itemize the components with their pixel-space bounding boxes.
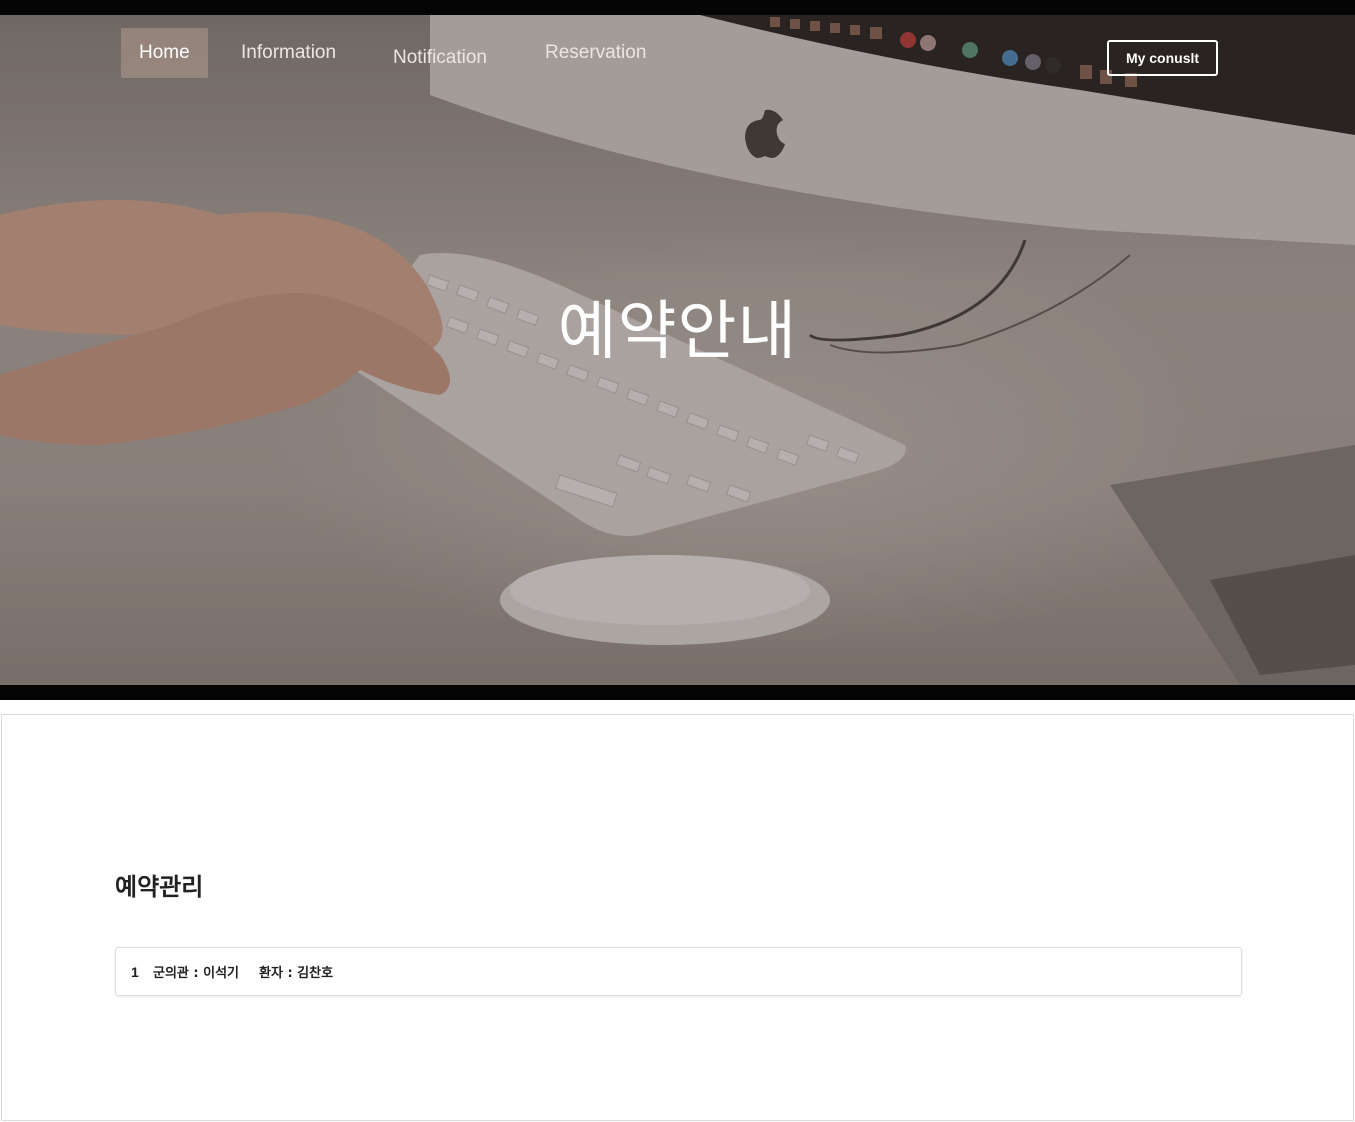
reservation-list: 1 군의관 : 이석기 환자 : 김찬호	[115, 947, 1242, 996]
my-consult-button[interactable]: My conuslt	[1107, 40, 1218, 76]
nav-reservation[interactable]: Reservation	[545, 28, 646, 78]
reservation-number: 1	[131, 963, 139, 980]
reservation-row[interactable]: 1 군의관 : 이석기 환자 : 김찬호	[115, 947, 1242, 996]
nav-home[interactable]: Home	[121, 28, 208, 78]
hero-title: 예약안내	[557, 295, 798, 369]
section-title: 예약관리	[115, 873, 204, 901]
reservation-patient: 환자 : 김찬호	[259, 966, 334, 981]
hero-banner: Home Information Notification Reservatio…	[0, 0, 1355, 700]
nav-information[interactable]: Information	[241, 28, 336, 78]
reservation-doctor: 군의관 : 이석기	[153, 966, 240, 981]
reservation-management-section: 예약관리 1 군의관 : 이석기 환자 : 김찬호	[1, 714, 1354, 1121]
nav-notification[interactable]: Notification	[393, 33, 487, 83]
